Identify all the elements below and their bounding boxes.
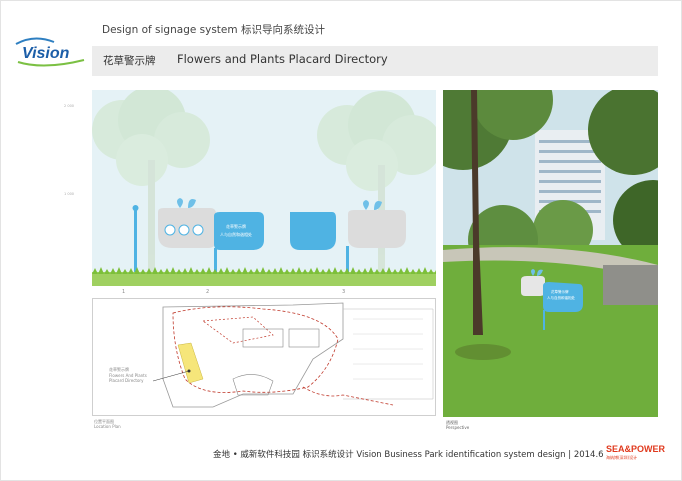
perspective-photo: 花草警示牌 人与自然和谐相处: [443, 90, 658, 417]
brand-logo: SEA&POWER: [606, 444, 666, 454]
location-label-en: Location Plan: [94, 424, 121, 429]
photo-sign-text-2: 人与自然和谐相处: [547, 295, 575, 300]
title-en: Flowers and Plants Placard Directory: [177, 52, 388, 66]
logo-text: Vision: [22, 45, 70, 62]
brand-subtitle: 海纳博(深圳)设计: [606, 455, 638, 460]
plan-callout-en2: Placard Directory: [109, 378, 144, 383]
sign-text-1: 花草警示牌: [226, 223, 246, 229]
view-number-3: 3: [342, 289, 346, 295]
photo-label-en: Perspective: [446, 425, 470, 430]
location-plan: 花草警示牌 Flowers And Plants Placard Directo…: [92, 298, 436, 416]
vision-logo: Vision: [14, 36, 86, 70]
elevation-drawing: 花草警示牌 人与自然和谐相处: [92, 90, 436, 286]
header-title: Design of signage system 标识导向系统设计: [102, 24, 325, 36]
ruler-label-mid: 1 000: [64, 192, 75, 196]
footer-text: 金地 • 威新软件科技园 标识系统设计 Vision Business Park…: [213, 450, 604, 460]
sign-text-2: 人与自然和谐相处: [220, 231, 252, 237]
ruler-label-top: 2 000: [64, 104, 75, 108]
view-number-2: 2: [206, 289, 210, 295]
photo-sign-text-1: 花草警示牌: [551, 289, 569, 294]
view-number-1: 1: [122, 289, 126, 295]
title-cn: 花草警示牌: [103, 55, 156, 67]
